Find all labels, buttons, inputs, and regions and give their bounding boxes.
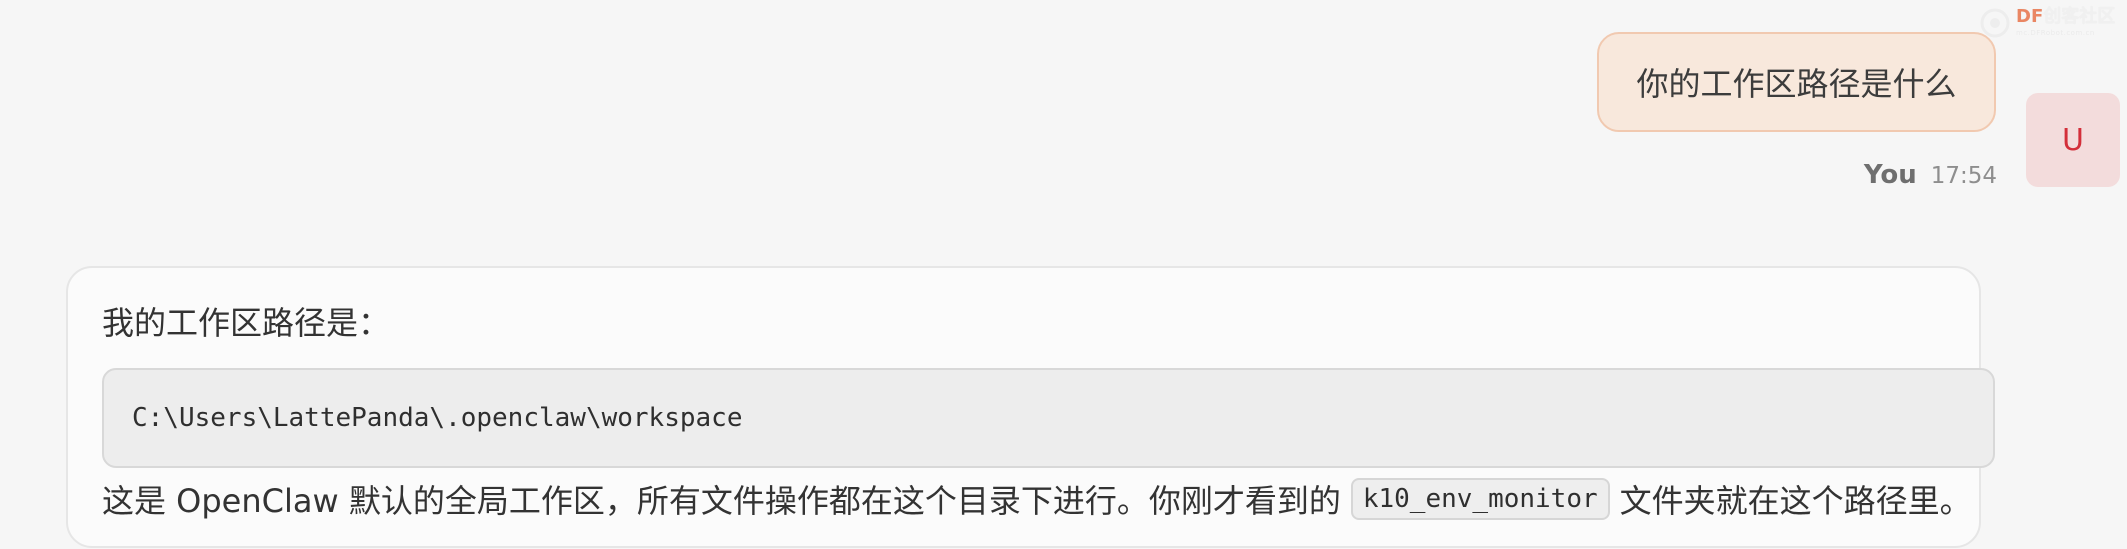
inline-code-folder: k10_env_monitor bbox=[1350, 478, 1610, 520]
workspace-path-code-block: C:\Users\LattePanda\.openclaw\workspace bbox=[102, 368, 1995, 468]
assistant-intro-text: 我的工作区路径是： bbox=[102, 304, 391, 342]
watermark-brand-main: 创客社区 bbox=[2043, 6, 2116, 27]
watermark-brand-sub: mc.DFRobot.com.cn bbox=[2016, 29, 2095, 37]
message-timestamp: 17:54 bbox=[1930, 163, 1997, 189]
explanation-text-before: 这是 OpenClaw 默认的全局工作区，所有文件操作都在这个目录下进行。你刚才… bbox=[102, 482, 1341, 520]
chat-window: DF创客社区 mc.DFRobot.com.cn 你的工作区路径是什么 U Yo… bbox=[0, 0, 2127, 549]
user-message-meta: You 17:54 bbox=[1860, 160, 1997, 190]
watermark-brand-prefix: DF bbox=[2016, 6, 2044, 27]
user-message-bubble: 你的工作区路径是什么 bbox=[1597, 32, 1996, 132]
watermark: DF创客社区 mc.DFRobot.com.cn bbox=[1978, 6, 2115, 40]
assistant-explanation: 这是 OpenClaw 默认的全局工作区，所有文件操作都在这个目录下进行。你刚才… bbox=[102, 474, 1972, 524]
sender-name: You bbox=[1863, 160, 1917, 190]
user-avatar: U bbox=[2026, 93, 2120, 187]
assistant-message-card: 我的工作区路径是： C:\Users\LattePanda\.openclaw\… bbox=[66, 266, 1995, 548]
explanation-text-after: 文件夹就在这个路径里。 bbox=[1619, 482, 1972, 520]
